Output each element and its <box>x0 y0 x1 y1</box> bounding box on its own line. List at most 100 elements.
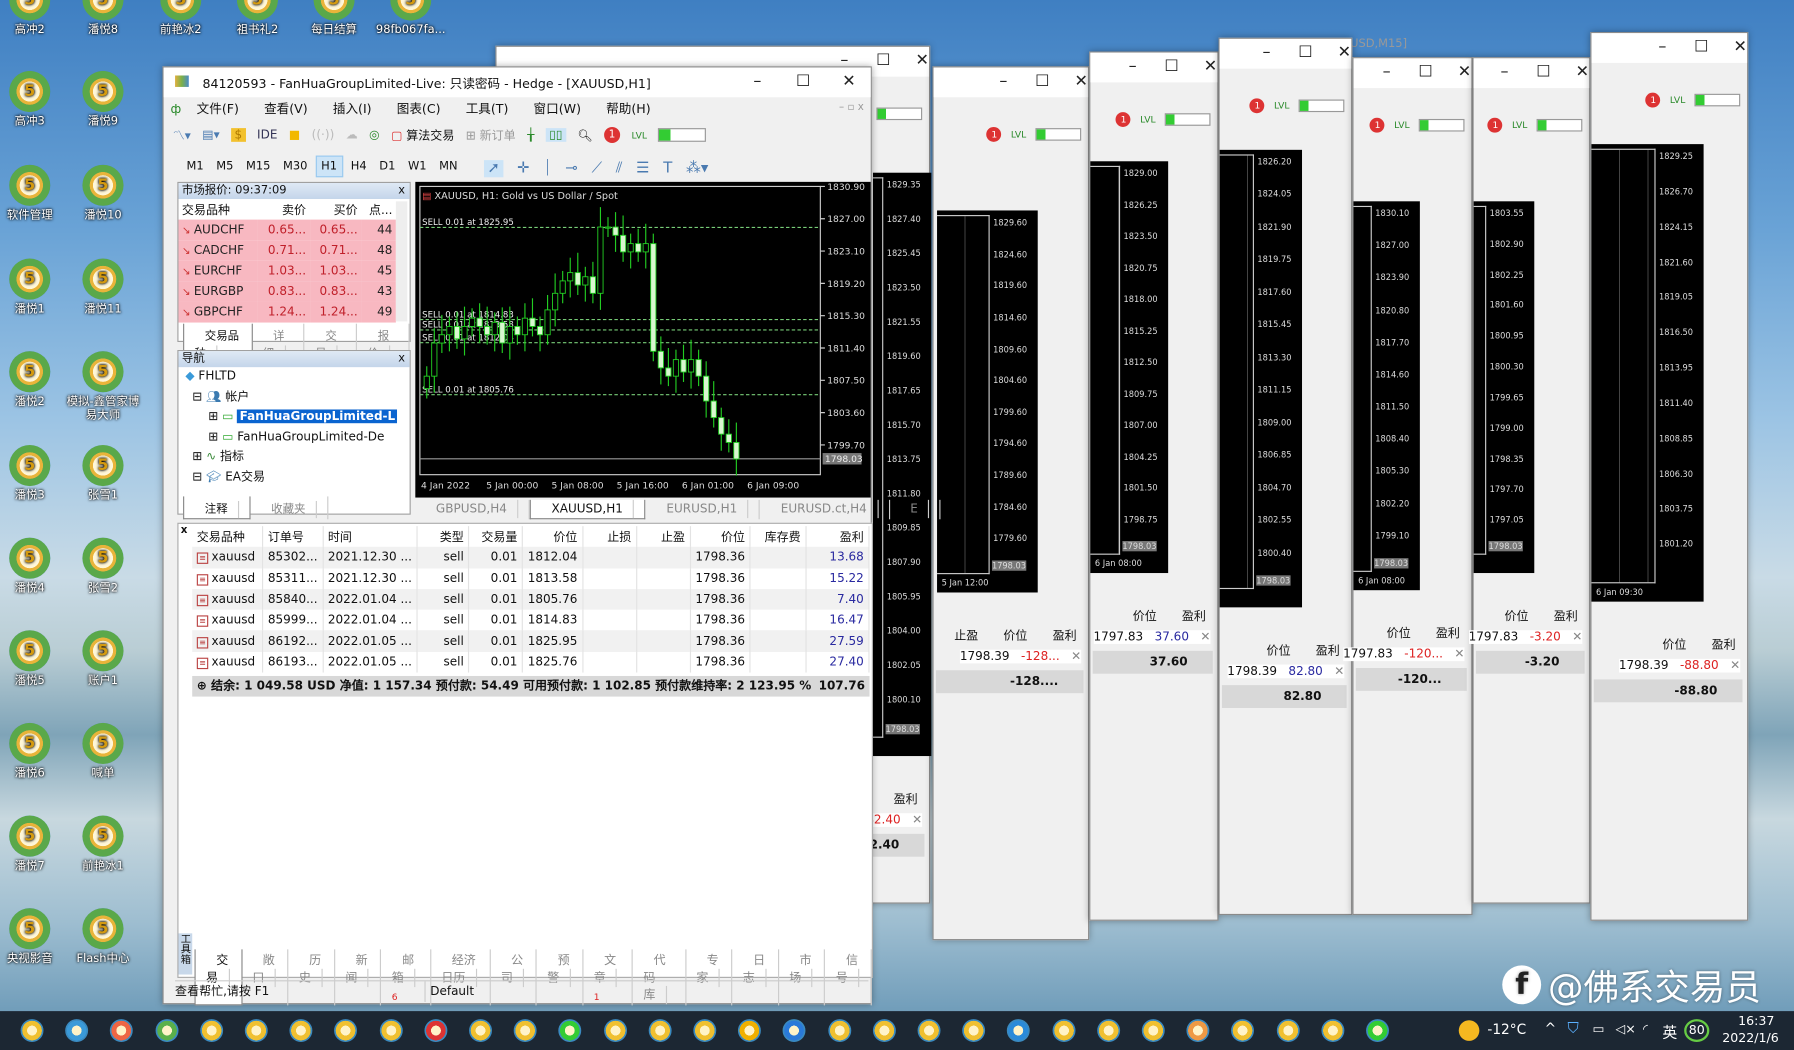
close-position-icon[interactable]: ✕ <box>1730 659 1740 673</box>
column-header[interactable]: 盈利 <box>1316 642 1340 659</box>
taskbar-app-icon[interactable] <box>1096 1019 1120 1043</box>
timeframe-h1[interactable]: H1 <box>315 155 343 178</box>
desktop-icon[interactable]: 5 潘悦9 <box>66 70 139 129</box>
chart-line-icon[interactable]: 〽▾ <box>173 126 191 143</box>
menu-item[interactable]: 文件(F) <box>197 102 239 117</box>
column-header[interactable]: 点... <box>361 199 396 220</box>
background-terminal-window[interactable]: – ☐ ✕ 1 LVL 1829.00 1826.25 1823.50 1820.75 1818.… <box>1089 51 1219 921</box>
algo-trading-button[interactable]: ▢ 算法交易 <box>391 126 454 143</box>
desktop-icon[interactable]: 5 Flash中心 <box>66 908 139 966</box>
notification-icon[interactable]: 1 <box>1116 112 1131 127</box>
clock-time[interactable]: 16:37 <box>1728 1013 1785 1028</box>
column-header[interactable]: 盈利 <box>1436 625 1460 642</box>
taskbar-app-icon[interactable] <box>199 1019 223 1043</box>
minimize-button[interactable]: – <box>1117 57 1149 75</box>
taskbar-app-icon[interactable] <box>1007 1019 1031 1043</box>
cloud-icon[interactable]: ☁ <box>346 128 358 142</box>
column-header[interactable]: 时间 <box>322 526 418 548</box>
horizontal-line-icon[interactable]: ⊸ <box>565 160 577 177</box>
taskbar-app-icon[interactable] <box>513 1019 537 1043</box>
taskbar-app-icon[interactable] <box>1231 1019 1255 1043</box>
mdi-controls[interactable]: – ▫ x <box>839 102 864 113</box>
weather-temp[interactable]: -12°C <box>1487 1021 1526 1037</box>
taskbar-app-icon[interactable] <box>648 1019 672 1043</box>
desktop-icon[interactable]: 5 潘悦7 <box>0 815 66 874</box>
taskbar-app-icon[interactable] <box>1366 1019 1389 1043</box>
close-position-icon[interactable]: ✕ <box>1334 665 1344 679</box>
notification-icon[interactable]: 1 <box>1370 117 1385 133</box>
price-chart[interactable]: 1830.90 1827.00 1823.10 1819.20 1815.30 1811.… <box>415 182 870 498</box>
taskbar-app-icon[interactable] <box>738 1019 762 1043</box>
expand-icon[interactable]: ⊕ <box>197 679 207 693</box>
battery-icon[interactable]: ▭ <box>1593 1021 1605 1036</box>
position-row[interactable]: ≡ xauusd 86192... 2022.01.05 ... sell 0.01 182… <box>192 630 870 652</box>
minimize-button[interactable]: – <box>741 72 773 90</box>
desktop-icon[interactable]: 5 潘悦11 <box>66 258 139 316</box>
trendline-icon[interactable]: ⟋ <box>592 160 602 177</box>
notification-icon[interactable]: 1 <box>1645 92 1661 108</box>
lvl-icon[interactable]: LVL <box>1274 101 1289 111</box>
taskbar-app-icon[interactable] <box>1321 1019 1345 1043</box>
desktop-icon[interactable]: 5 高冲3 <box>0 70 66 129</box>
column-header[interactable]: 订单号 <box>262 526 324 548</box>
close-position-icon[interactable]: ✕ <box>1572 630 1582 644</box>
chart-area[interactable]: 1826.20 1824.05 1821.90 1819.75 1817.60 1815.… <box>1219 149 1303 608</box>
taskbar-app-icon[interactable] <box>783 1019 806 1043</box>
desktop-icon[interactable]: 5 潘悦5 <box>0 630 66 688</box>
menu-item[interactable]: 窗口(W) <box>534 102 581 117</box>
desktop-icon[interactable]: 5 潘悦8 <box>66 0 139 38</box>
column-header[interactable]: 价位 <box>1662 636 1686 653</box>
desktop-icon[interactable]: 5 高冲2 <box>0 0 66 38</box>
vertical-line-icon[interactable]: ⏐ <box>543 160 551 177</box>
desktop-icon[interactable]: 5 软件管理 <box>0 164 66 223</box>
cursor-icon[interactable]: ➚ <box>483 159 504 177</box>
notification-icon[interactable]: 1 <box>604 126 621 143</box>
desktop-icon[interactable]: 5 张雪2 <box>66 537 139 596</box>
desktop-icon[interactable]: 5 账户1 <box>66 630 139 688</box>
desktop-icon[interactable]: 5 潘悦10 <box>66 164 139 223</box>
minimize-button[interactable]: – <box>1489 63 1521 81</box>
desktop-icon[interactable]: 5 每日结算 <box>297 0 370 38</box>
position-row[interactable]: ≡ xauusd 86193... 2022.01.05 ... sell 0.01 182… <box>192 651 870 673</box>
column-header[interactable]: 盈利 <box>1554 607 1578 624</box>
position-row[interactable]: 1798.39 -128... ✕ <box>959 649 1082 664</box>
search-icon[interactable]: 🔍︎ <box>577 128 592 143</box>
lvl-icon[interactable]: LVL <box>632 130 647 140</box>
text-icon[interactable]: T <box>663 160 672 177</box>
tab-0[interactable]: 注释 <box>183 496 251 520</box>
tree-indicators[interactable]: ⊞ ∿ 指标 <box>185 447 409 467</box>
tab-1[interactable]: 收藏夹 <box>251 496 329 520</box>
taskbar-app-icon[interactable] <box>872 1019 896 1043</box>
column-header[interactable]: 止盈 <box>636 526 691 548</box>
column-header[interactable]: 价位 <box>522 526 584 548</box>
position-row[interactable]: 1797.83 37.60 ✕ <box>1093 630 1211 644</box>
taskbar-app-icon[interactable] <box>110 1019 134 1043</box>
timeframe-mn[interactable]: MN <box>435 157 463 176</box>
taskbar-app-icon[interactable] <box>469 1019 492 1043</box>
position-row[interactable]: ≡ xauusd 85840... 2022.01.04 ... sell 0.01 180… <box>192 588 870 610</box>
background-terminal-window[interactable]: – ☐ ✕ 1 LVL 1803.55 1802.90 1802.25 1801.60 1800.… <box>1468 57 1591 904</box>
desktop-icon[interactable]: 5 喊单 <box>66 722 139 781</box>
tree-accounts[interactable]: ⊟ 👥︎ 帐户 <box>185 387 409 407</box>
timeframe-m30[interactable]: M30 <box>278 157 312 176</box>
column-header[interactable]: 价位 <box>690 526 751 548</box>
desktop-icon[interactable]: 5 祖书礼2 <box>221 0 294 38</box>
tree-account-live[interactable]: ⊞ ▭ FanHuaGroupLimited-L <box>185 407 409 427</box>
taskbar-app-icon[interactable] <box>379 1019 403 1043</box>
column-header[interactable]: 盈利 <box>1053 627 1077 644</box>
symbol-row[interactable]: ↘ EURCHF 1.03... 1.03... 45 <box>178 260 396 282</box>
background-terminal-window[interactable]: – ☐ ✕ 1 LVL 1830.10 1827.00 1823.90 1820.80 1817.… <box>1343 57 1473 916</box>
maximize-button[interactable]: ☐ <box>1156 57 1188 75</box>
taskbar-app-icon[interactable] <box>424 1019 448 1043</box>
taskbar-app-icon[interactable] <box>155 1019 179 1043</box>
taskbar-app-icon[interactable] <box>962 1019 986 1043</box>
column-header[interactable]: 价位 <box>1505 607 1529 624</box>
position-row[interactable]: ≡ xauusd 85311... 2021.12.30 ... sell 0.01 181… <box>192 568 870 589</box>
taskbar-app-icon[interactable] <box>1141 1019 1165 1043</box>
tree-ea[interactable]: ⊟ 🎓︎ EA交易 <box>185 467 409 487</box>
crosshair-icon[interactable]: ✛ <box>517 160 529 177</box>
column-header[interactable]: 价位 <box>1133 607 1157 624</box>
tab-0[interactable]: GBPUSD,H4 <box>415 499 530 520</box>
taskbar-app-icon[interactable] <box>827 1019 851 1043</box>
menu-item[interactable]: 查看(V) <box>264 102 308 117</box>
